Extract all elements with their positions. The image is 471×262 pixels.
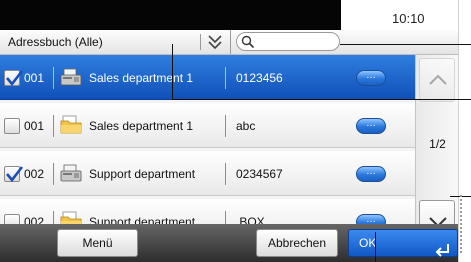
- addressbook-selector[interactable]: Adressbuch (Alle): [0, 30, 231, 54]
- page-indicator: 1/2: [429, 137, 446, 151]
- scroll-up-button[interactable]: [419, 58, 455, 102]
- row-name: Support department: [89, 167, 196, 181]
- status-message-area: [0, 0, 341, 30]
- list-item[interactable]: 001 Sales department 1 0123456 …: [0, 55, 415, 100]
- ok-button-label: OK: [359, 236, 377, 250]
- double-chevron-down-icon: [208, 35, 222, 50]
- row-name: Sales department 1: [89, 71, 194, 85]
- detail-button[interactable]: …: [356, 118, 386, 134]
- more-icon: …: [366, 118, 376, 129]
- panel-screen: 10:10 Adressbuch (Alle) 001 Sales depart…: [0, 0, 459, 262]
- bottom-button-bar: Menü Abbrechen OK: [0, 224, 458, 262]
- divider: [53, 163, 54, 185]
- detail-button[interactable]: …: [356, 70, 386, 86]
- more-icon: …: [366, 70, 376, 81]
- more-icon: …: [366, 166, 376, 177]
- callout-line: [340, 44, 471, 45]
- address-bar: Adressbuch (Alle): [0, 30, 458, 55]
- destination-list: 001 Sales department 1 0123456 … 001 Sal…: [0, 55, 415, 248]
- callout-line: [172, 44, 173, 100]
- divider: [225, 163, 226, 185]
- row-value: abc: [236, 119, 256, 133]
- enter-icon: [435, 244, 449, 257]
- fax-icon: [60, 68, 82, 86]
- search-input[interactable]: [236, 32, 340, 51]
- addressbook-selector-label: Adressbuch (Alle): [8, 35, 103, 49]
- row-number: 002: [24, 167, 45, 181]
- checkbox[interactable]: [4, 70, 24, 87]
- checkmark-icon: [6, 166, 24, 183]
- divider: [200, 34, 201, 50]
- ok-button[interactable]: OK: [348, 229, 458, 257]
- list-item[interactable]: 002 Support department 0234567 …: [0, 151, 415, 196]
- cancel-button[interactable]: Abbrechen: [256, 229, 338, 257]
- scroll-sidebar: 1/2: [415, 55, 458, 248]
- callout-line: [172, 99, 471, 100]
- row-value: 0234567: [236, 167, 283, 181]
- fax-icon: [60, 164, 82, 182]
- row-name: Sales department 1: [89, 119, 194, 133]
- checkbox[interactable]: [4, 166, 24, 183]
- divider: [225, 67, 226, 89]
- detail-button[interactable]: …: [356, 166, 386, 182]
- menu-button[interactable]: Menü: [57, 229, 138, 257]
- list-item[interactable]: 001 Sales department 1 abc …: [0, 103, 415, 148]
- row-number: 001: [24, 119, 45, 133]
- checkbox[interactable]: [4, 118, 20, 134]
- menu-button-label: Menü: [82, 236, 113, 250]
- clock: 10:10: [392, 11, 425, 26]
- callout-line: [375, 232, 376, 262]
- status-bar: 10:10: [0, 0, 458, 30]
- dotted-guide: [460, 195, 462, 255]
- divider: [225, 115, 226, 137]
- cancel-button-label: Abbrechen: [267, 236, 327, 250]
- divider: [53, 67, 54, 89]
- row-number: 001: [24, 71, 45, 85]
- folder-icon: [60, 115, 82, 134]
- chevron-up-icon: [429, 74, 447, 85]
- row-value: 0123456: [236, 71, 283, 85]
- search-icon: [241, 35, 255, 49]
- divider: [53, 115, 54, 137]
- checkmark-icon: [6, 70, 24, 87]
